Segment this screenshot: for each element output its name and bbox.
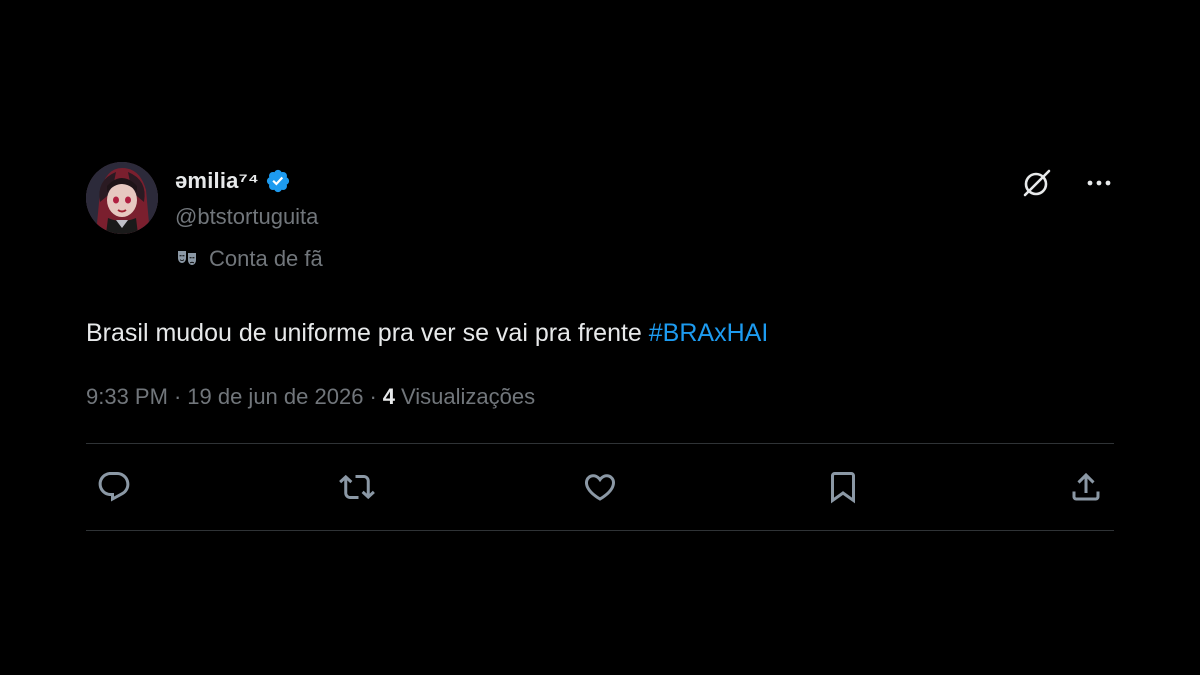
verified-badge-icon: [266, 169, 290, 193]
meta-separator: ·: [369, 384, 377, 409]
reply-icon: [98, 472, 130, 502]
meta-separator: ·: [173, 384, 182, 409]
tweet-date[interactable]: 19 de jun de 2026: [187, 384, 363, 410]
action-bar: [86, 444, 1114, 530]
display-name[interactable]: əmilia⁷⁴: [175, 168, 259, 194]
tweet-card: əmilia⁷⁴ @btstortuguita Conta de fã Bras…: [86, 160, 1114, 531]
reply-button[interactable]: [96, 469, 132, 505]
tweet-meta: 9:33 PM · 19 de jun de 2026 · 4 Visualiz…: [86, 384, 1114, 410]
divider-bottom: [86, 530, 1114, 531]
retweet-icon: [339, 474, 375, 500]
views-count: 4: [382, 384, 396, 409]
tweet-header: əmilia⁷⁴ @btstortuguita Conta de fã: [86, 160, 1114, 280]
tweet-text: Brasil mudou de uniforme pra ver se vai …: [86, 316, 1114, 350]
tweet-time[interactable]: 9:33 PM: [86, 384, 168, 410]
theater-mask-icon: [178, 251, 196, 265]
share-icon: [1072, 472, 1100, 501]
retweet-button[interactable]: [339, 469, 375, 505]
bookmark-button[interactable]: [825, 469, 861, 505]
affiliation-label: Conta de fã: [209, 246, 323, 271]
grok-icon[interactable]: [1020, 166, 1054, 200]
name-row: əmilia⁷⁴: [175, 168, 291, 194]
user-handle[interactable]: @btstortuguita: [175, 204, 318, 230]
top-actions: [1020, 166, 1114, 200]
affiliation-badge[interactable]: Conta de fã: [175, 246, 323, 272]
avatar-image: [86, 162, 158, 234]
like-button[interactable]: [582, 469, 618, 505]
tweet-body: Brasil mudou de uniforme pra ver se vai …: [86, 319, 642, 347]
heart-icon: [584, 474, 616, 501]
avatar[interactable]: [86, 162, 158, 234]
hashtag-link[interactable]: #BRAxHAI: [649, 319, 768, 347]
more-icon[interactable]: [1084, 168, 1114, 198]
views-label: Visualizações: [401, 384, 536, 409]
bookmark-icon: [831, 472, 855, 504]
share-button[interactable]: [1068, 469, 1104, 505]
